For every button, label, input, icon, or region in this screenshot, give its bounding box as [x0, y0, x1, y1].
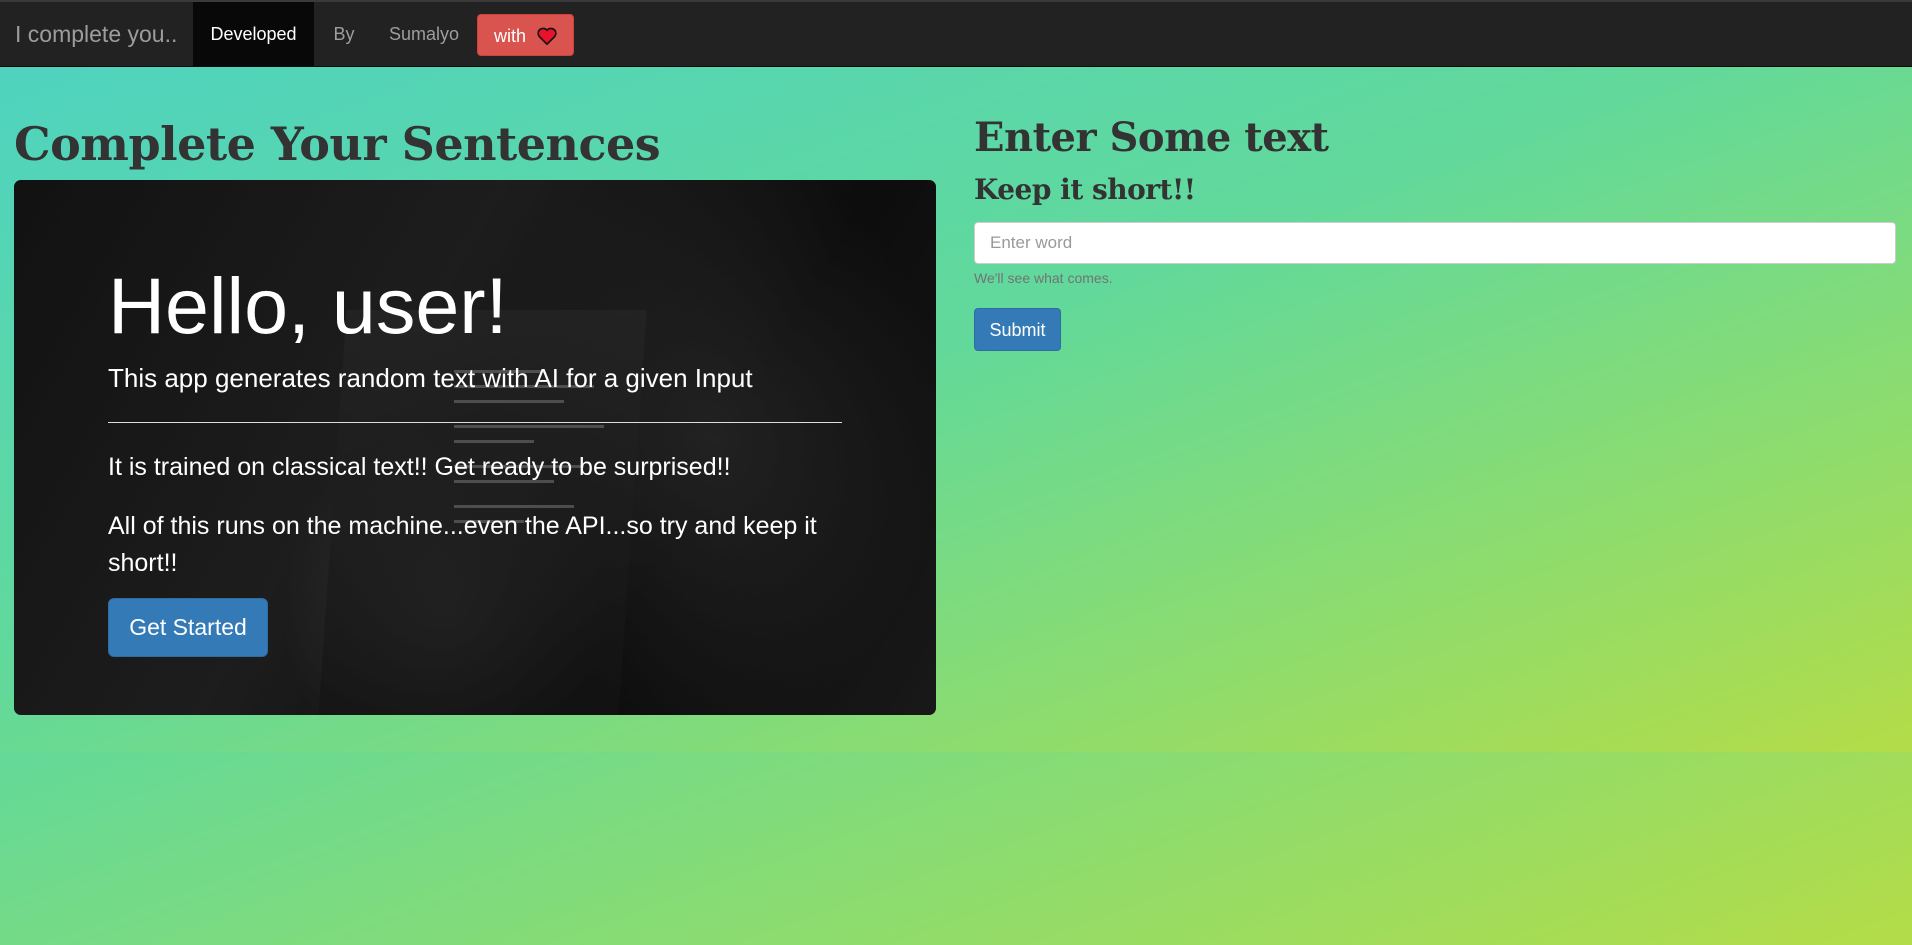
jumbotron-lead: This app generates random text with AI f…: [108, 363, 753, 393]
form-subheading: Keep it short!!: [974, 173, 1196, 206]
with-love-label: with: [494, 26, 527, 46]
nav-item-sumalyo[interactable]: Sumalyo: [374, 2, 474, 67]
jumbotron: Hello, user! This app generates random t…: [14, 180, 936, 715]
nav-item-by[interactable]: By: [314, 2, 374, 67]
jumbotron-paragraph-1: It is trained on classical text!! Get re…: [108, 453, 731, 481]
page-title: Complete Your Sentences: [14, 117, 661, 171]
form-heading: Enter Some text: [974, 114, 1329, 161]
word-input[interactable]: [974, 222, 1896, 264]
divider: [108, 422, 842, 423]
heart-icon: [537, 27, 557, 46]
nav-item-developed[interactable]: Developed: [193, 2, 314, 67]
get-started-button[interactable]: Get Started: [108, 598, 268, 657]
top-navbar: I complete you.. Developed By Sumalyo wi…: [0, 0, 1912, 67]
navbar-brand[interactable]: I complete you..: [15, 2, 177, 67]
input-help-text: We'll see what comes.: [974, 270, 1113, 286]
jumbotron-title: Hello, user!: [108, 261, 508, 350]
with-love-button[interactable]: with: [477, 14, 575, 56]
jumbotron-paragraph-2: All of this runs on the machine...even t…: [108, 512, 817, 577]
submit-button[interactable]: Submit: [974, 308, 1061, 351]
